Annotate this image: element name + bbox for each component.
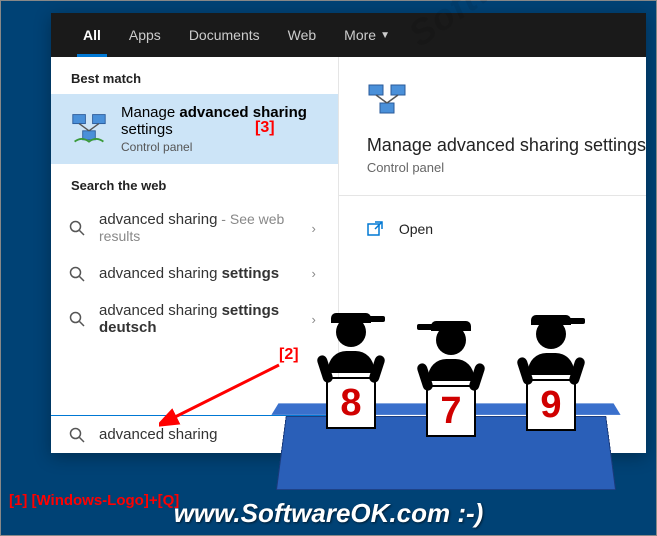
- web-result-text: advanced sharing settings: [99, 265, 297, 282]
- watermark-bottom: www.SoftwareOK.com :-): [1, 498, 656, 529]
- panel-body: Best match Manage advanced sh: [51, 57, 646, 453]
- tab-more[interactable]: More ▼: [330, 13, 404, 57]
- tab-documents[interactable]: Documents: [175, 13, 274, 57]
- web-result-item[interactable]: advanced sharing settings ›: [51, 255, 338, 292]
- tab-web-label: Web: [288, 27, 317, 43]
- tab-apps[interactable]: Apps: [115, 13, 175, 57]
- search-icon: [69, 427, 85, 443]
- search-icon: [69, 311, 85, 327]
- search-icon: [69, 266, 85, 282]
- web-result-item[interactable]: advanced sharing - See web results ›: [51, 201, 338, 255]
- web-result-text: advanced sharing settings deutsch: [99, 302, 297, 336]
- details-subtitle: Control panel: [367, 160, 646, 175]
- search-tab-bar: All Apps Documents Web More ▼: [51, 13, 646, 57]
- window-frame: All Apps Documents Web More ▼ Best match: [0, 0, 657, 536]
- best-match-header: Best match: [51, 57, 338, 94]
- best-match-title: Manage advanced sharing settings: [121, 104, 318, 138]
- details-title: Manage advanced sharing settings: [367, 135, 646, 156]
- tab-all-label: All: [83, 27, 101, 43]
- web-results-list: advanced sharing - See web results › adv…: [51, 201, 338, 346]
- chevron-right-icon: ›: [311, 266, 319, 281]
- details-column: Manage advanced sharing settings Control…: [339, 57, 646, 453]
- web-result-text: advanced sharing - See web results: [99, 211, 297, 245]
- open-action[interactable]: Open: [367, 214, 646, 244]
- annotation-1: [1] [Windows-Logo]+[Q]: [9, 492, 179, 509]
- tab-more-label: More: [344, 27, 376, 43]
- tab-all[interactable]: All: [69, 13, 115, 57]
- chevron-right-icon: ›: [311, 312, 319, 327]
- network-sharing-icon: [367, 81, 407, 121]
- best-match-subtitle: Control panel: [121, 140, 318, 154]
- search-panel: All Apps Documents Web More ▼ Best match: [51, 13, 646, 453]
- tab-web[interactable]: Web: [274, 13, 331, 57]
- tab-documents-label: Documents: [189, 27, 260, 43]
- network-sharing-icon: [71, 111, 107, 147]
- search-web-header: Search the web: [51, 164, 338, 201]
- best-match-item[interactable]: Manage advanced sharing settings Control…: [51, 94, 338, 164]
- chevron-down-icon: ▼: [380, 30, 390, 41]
- search-input-row: [51, 415, 338, 453]
- search-input[interactable]: [99, 426, 320, 443]
- results-column: Best match Manage advanced sh: [51, 57, 339, 453]
- search-icon: [69, 220, 85, 236]
- web-result-item[interactable]: advanced sharing settings deutsch ›: [51, 292, 338, 346]
- divider: [339, 195, 646, 196]
- chevron-right-icon: ›: [311, 221, 319, 236]
- open-label: Open: [399, 221, 433, 237]
- open-icon: [367, 220, 385, 238]
- tab-apps-label: Apps: [129, 27, 161, 43]
- best-match-text: Manage advanced sharing settings Control…: [121, 104, 318, 154]
